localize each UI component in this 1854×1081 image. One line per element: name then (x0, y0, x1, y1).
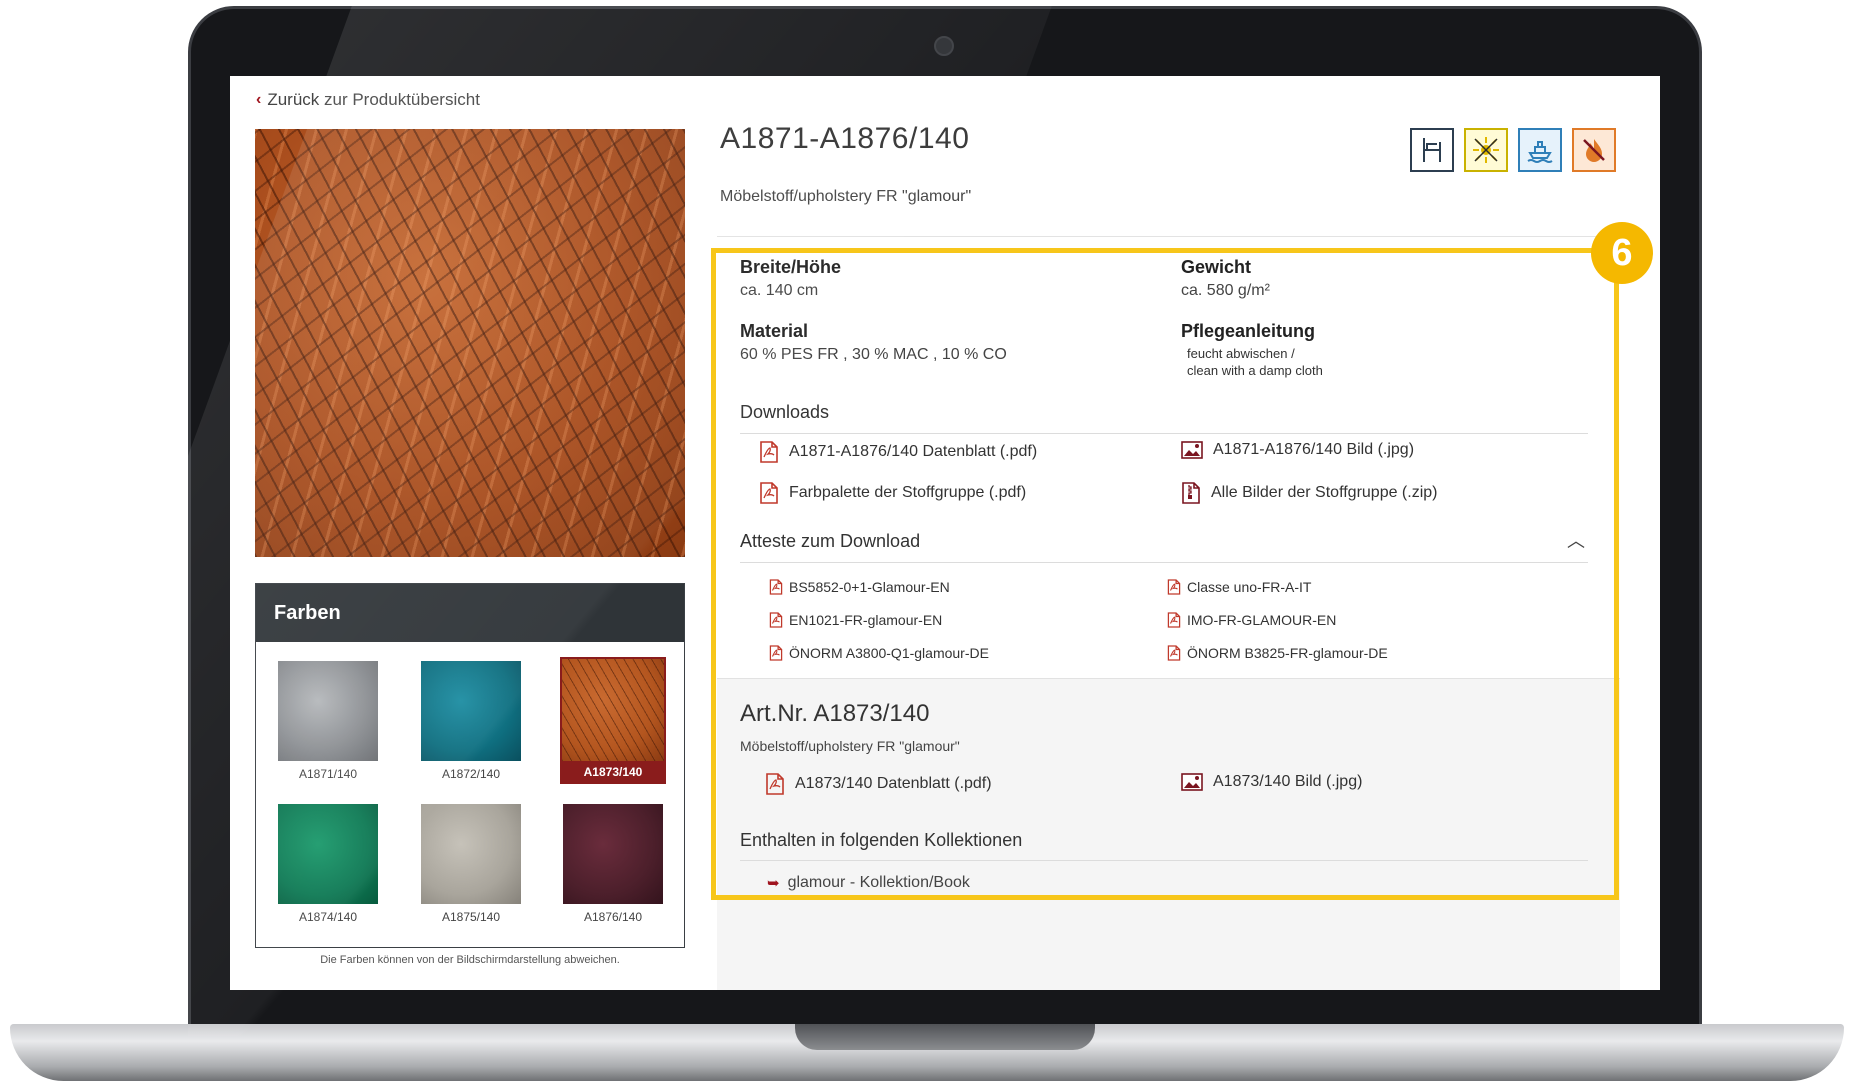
farben-panel: Farben A1871/140 A1872/140 A1873/140 A18… (255, 583, 685, 948)
gewicht-value: ca. 580 g/m² (1181, 282, 1270, 299)
article-bild-link[interactable]: A1873/140 Bild (.jpg) (1181, 773, 1362, 791)
pdf-icon (769, 645, 783, 661)
download-datenblatt-link[interactable]: A1871-A1876/140 Datenblatt (.pdf) (759, 441, 1037, 463)
material-label: Material (740, 321, 809, 341)
download-bild-link[interactable]: A1871-A1876/140 Bild (.jpg) (1181, 441, 1414, 459)
atteste-divider (740, 562, 1588, 563)
upholstery-chair-icon (1410, 128, 1454, 172)
pdf-icon (769, 612, 783, 628)
swatch-a1871[interactable]: A1871/140 (278, 661, 378, 781)
breite-value: ca. 140 cm (740, 282, 819, 299)
chevron-up-icon[interactable]: ︿ (1567, 527, 1585, 553)
article-bild-label: A1873/140 Bild (.jpg) (1213, 773, 1363, 790)
pflege-label: Pflegeanleitung (1181, 321, 1316, 341)
swatch-chip (562, 659, 664, 761)
farben-title: Farben (256, 584, 684, 642)
collection-label: glamour - Kollektion/Book (787, 874, 970, 891)
product-subtitle: Möbelstoff/upholstery FR "glamour" (720, 188, 972, 205)
download-label: A1871-A1876/140 Datenblatt (.pdf) (789, 443, 1038, 460)
swatch-chip (421, 804, 521, 904)
article-subtitle: Möbelstoff/upholstery FR "glamour" (740, 738, 960, 754)
swatch-label: A1876/140 (583, 910, 643, 924)
attest-label: ÖNORM B3825-FR-glamour-DE (1187, 645, 1388, 661)
swatch-chip (421, 661, 521, 761)
pdf-icon (759, 482, 779, 504)
webcam (934, 36, 954, 56)
attest-link[interactable]: EN1021-FR-glamour-EN (769, 612, 942, 628)
marine-ship-icon (1518, 128, 1562, 172)
back-to-overview-link[interactable]: ‹ Zurück zur Produktübersicht (256, 90, 480, 110)
download-label: Alle Bilder der Stoffgruppe (.zip) (1211, 484, 1438, 501)
swatch-chip (278, 804, 378, 904)
pdf-icon (1167, 645, 1181, 661)
attest-label: IMO-FR-GLAMOUR-EN (1187, 612, 1337, 628)
material-value: 60 % PES FR , 30 % MAC , 10 % CO (740, 346, 1007, 363)
swatch-label: A1874/140 (298, 910, 358, 924)
pdf-icon (759, 441, 779, 463)
attest-link[interactable]: Classe uno-FR-A-IT (1167, 579, 1311, 595)
pflege-line-1: feucht abwischen / (1187, 346, 1295, 361)
swatch-grid: A1871/140 A1872/140 A1873/140 A1874/140 … (256, 642, 684, 942)
attest-link[interactable]: ÖNORM A3800-Q1-glamour-DE (769, 645, 989, 661)
product-details: Breite/Höhe ca. 140 cm Gewicht ca. 580 g… (717, 236, 1620, 676)
download-label: Farbpalette der Stoffgruppe (.pdf) (789, 484, 1027, 501)
swatch-a1872[interactable]: A1872/140 (421, 661, 521, 781)
attest-link[interactable]: ÖNORM B3825-FR-glamour-DE (1167, 645, 1388, 661)
arrow-right-icon: ➥ (767, 875, 780, 892)
atteste-title: Atteste zum Download (740, 531, 921, 551)
pdf-icon (1167, 579, 1181, 595)
swatch-chip (278, 661, 378, 761)
article-datenblatt-link[interactable]: A1873/140 Datenblatt (.pdf) (765, 773, 992, 795)
zip-icon (1181, 482, 1201, 504)
pdf-icon (765, 773, 785, 795)
image-icon (1181, 773, 1203, 791)
collection-link[interactable]: ➥ glamour - Kollektion/Book (767, 874, 970, 892)
swatch-a1875[interactable]: A1875/140 (421, 804, 521, 924)
collections-divider (740, 860, 1588, 861)
article-section: Art.Nr. A1873/140 Möbelstoff/upholstery … (717, 678, 1620, 990)
attest-link[interactable]: IMO-FR-GLAMOUR-EN (1167, 612, 1336, 628)
back-link-label: Zurück zur Produktübersicht (267, 90, 480, 109)
laptop-notch (795, 1024, 1095, 1050)
callout-number-badge: 6 (1591, 222, 1653, 284)
pdf-icon (769, 579, 783, 595)
swatch-a1873[interactable]: A1873/140 (560, 657, 666, 784)
attest-label: BS5852-0+1-Glamour-EN (789, 579, 950, 595)
product-hero-image[interactable] (255, 129, 685, 557)
attest-label: EN1021-FR-glamour-EN (789, 612, 943, 628)
download-farbpalette-link[interactable]: Farbpalette der Stoffgruppe (.pdf) (759, 482, 1026, 504)
swatch-label: A1875/140 (441, 910, 501, 924)
downloads-divider (740, 433, 1588, 434)
swatch-label: A1872/140 (441, 767, 501, 781)
collections-title: Enthalten in folgenden Kollektionen (740, 830, 1023, 850)
swatch-chip (563, 804, 663, 904)
download-alle-bilder-link[interactable]: Alle Bilder der Stoffgruppe (.zip) (1181, 482, 1437, 504)
article-top-divider (717, 678, 1620, 679)
gewicht-label: Gewicht (1181, 257, 1252, 277)
download-label: A1871-A1876/140 Bild (.jpg) (1213, 441, 1415, 458)
chevron-left-icon: ‹ (256, 91, 262, 108)
swatch-label: A1871/140 (298, 767, 358, 781)
product-title: A1871-A1876/140 (720, 122, 970, 155)
screen: ‹ Zurück zur Produktübersicht Farben A18… (230, 76, 1660, 990)
article-number-title: Art.Nr. A1873/140 (740, 700, 930, 727)
color-disclaimer: Die Farben können von der Bildschirmdars… (320, 954, 620, 966)
article-datenblatt-label: A1873/140 Datenblatt (.pdf) (795, 775, 992, 792)
attest-link[interactable]: BS5852-0+1-Glamour-EN (769, 579, 950, 595)
swatch-label: A1873/140 (583, 765, 643, 779)
image-icon (1181, 441, 1203, 459)
swatch-a1876[interactable]: A1876/140 (563, 804, 663, 924)
pdf-icon (1167, 612, 1181, 628)
flame-retardant-icon (1572, 128, 1616, 172)
swatch-a1874[interactable]: A1874/140 (278, 804, 378, 924)
downloads-title: Downloads (740, 402, 830, 422)
breite-label: Breite/Höhe (740, 257, 842, 277)
lightfastness-sun-icon (1464, 128, 1508, 172)
attest-label: Classe uno-FR-A-IT (1187, 579, 1312, 595)
attest-label: ÖNORM A3800-Q1-glamour-DE (789, 645, 989, 661)
pflege-line-2: clean with a damp cloth (1187, 363, 1323, 378)
